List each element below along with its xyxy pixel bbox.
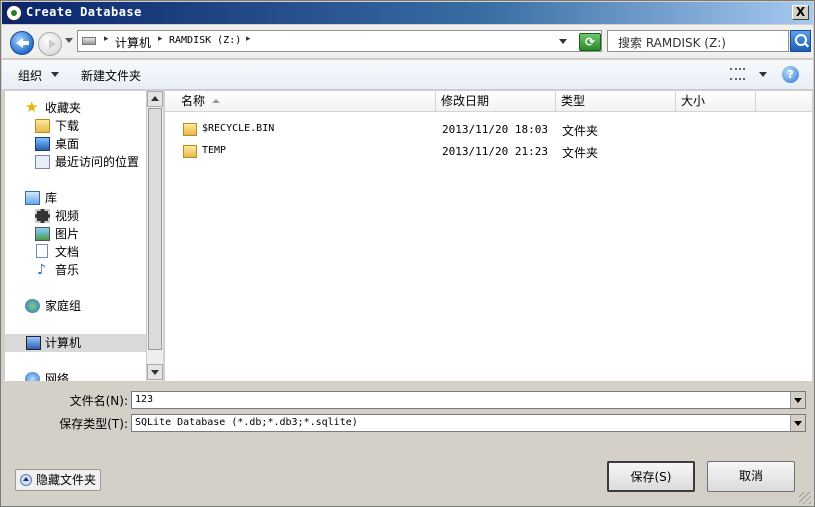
resize-grip[interactable]	[799, 492, 811, 504]
nav-label: 图片	[55, 227, 80, 241]
navigation-pane: ★ 收藏夹 下载 桌面 最近访问的位置 库 视频 图片 文档 ♪ 音乐 家庭组 …	[5, 91, 146, 381]
filename-field[interactable]: 123	[131, 391, 806, 409]
forward-button[interactable]	[38, 32, 62, 56]
column-name[interactable]: 名称	[165, 91, 436, 112]
column-modified[interactable]: 修改日期	[436, 91, 556, 112]
nav-computer[interactable]: 计算机	[5, 334, 146, 352]
folder-icon	[183, 145, 197, 158]
nav-label: 桌面	[55, 137, 80, 151]
navigation-bar: ▸ 计算机 ▸ RAMDISK (Z:) ▸ ⟳ 搜索 RAMDISK (Z:)	[2, 25, 813, 59]
network-icon	[25, 372, 40, 381]
column-label: 名称	[181, 94, 206, 108]
nav-label: 计算机	[45, 336, 82, 350]
hide-folders-label: 隐藏文件夹	[36, 473, 97, 487]
search-input[interactable]: 搜索 RAMDISK (Z:)	[607, 30, 789, 52]
computer-icon	[26, 336, 41, 350]
filetype-dropdown-button[interactable]	[790, 415, 805, 431]
close-button[interactable]: X	[792, 5, 809, 20]
collapse-icon	[20, 474, 32, 486]
file-row[interactable]: $RECYCLE.BIN 2013/11/20 18:03 文件夹	[165, 119, 812, 141]
back-button[interactable]	[10, 31, 34, 55]
sort-ascending-icon	[212, 99, 220, 103]
filetype-value: SQLite Database (*.db;*.db3;*.sqlite)	[135, 417, 358, 428]
documents-icon	[36, 244, 48, 258]
nav-label: 库	[45, 191, 58, 205]
folder-icon	[183, 123, 197, 136]
hide-folders-button[interactable]: 隐藏文件夹	[15, 469, 101, 491]
breadcrumb-computer[interactable]: 计算机	[115, 34, 151, 51]
breadcrumb-separator[interactable]: ▸	[246, 34, 251, 44]
nav-label: 音乐	[55, 263, 80, 277]
recent-locations-dropdown[interactable]	[65, 38, 73, 43]
file-date: 2013/11/20 21:23	[442, 145, 548, 158]
recent-places-icon	[35, 155, 50, 169]
libraries-icon	[25, 191, 40, 205]
navigation-scrollbar[interactable]	[146, 91, 163, 381]
cancel-button[interactable]: 取消	[707, 461, 795, 492]
filename-dropdown-button[interactable]	[790, 392, 805, 408]
column-type[interactable]: 类型	[556, 91, 676, 112]
save-button[interactable]: 保存(S)	[607, 461, 695, 492]
nav-label: 网络	[45, 372, 70, 381]
desktop-icon	[35, 137, 50, 151]
address-bar[interactable]: ▸ 计算机 ▸ RAMDISK (Z:) ▸	[77, 30, 602, 52]
app-icon	[6, 5, 22, 21]
pictures-icon	[35, 227, 50, 241]
dialog-footer: 文件名(N): 123 保存类型(T): SQLite Database (*.…	[2, 382, 813, 506]
nav-label: 文档	[55, 245, 80, 259]
title-bar: Create Database X	[2, 2, 813, 24]
breadcrumb-ramdisk[interactable]: RAMDISK (Z:)	[169, 35, 241, 46]
file-name: $RECYCLE.BIN	[202, 123, 275, 134]
file-row[interactable]: TEMP 2013/11/20 21:23 文件夹	[165, 141, 812, 163]
file-name: TEMP	[202, 145, 227, 156]
nav-label: 视频	[55, 209, 80, 223]
nav-label: 下载	[55, 119, 80, 133]
column-filler	[756, 91, 812, 112]
file-type: 文件夹	[562, 146, 599, 160]
new-folder-button[interactable]: 新建文件夹	[81, 67, 141, 84]
refresh-button[interactable]: ⟳	[579, 33, 601, 51]
nav-label: 收藏夹	[45, 101, 82, 115]
filetype-label: 保存类型(T):	[59, 417, 128, 431]
save-dialog: Create Database X ▸ 计算机 ▸ RAMDISK (Z:) ▸…	[0, 0, 815, 507]
homegroup-icon	[25, 299, 40, 313]
column-size[interactable]: 大小	[676, 91, 756, 112]
views-dropdown-icon[interactable]	[759, 72, 767, 77]
window-title: Create Database	[26, 5, 142, 19]
breadcrumb-separator[interactable]: ▸	[158, 34, 163, 44]
views-icon[interactable]	[730, 68, 745, 80]
breadcrumb-separator[interactable]: ▸	[104, 34, 109, 44]
file-type: 文件夹	[562, 124, 599, 138]
scroll-up-button[interactable]	[147, 91, 163, 107]
scroll-thumb[interactable]	[148, 108, 162, 350]
search-placeholder: 搜索 RAMDISK (Z:)	[618, 36, 726, 50]
organize-dropdown-icon[interactable]	[51, 72, 59, 77]
filetype-select[interactable]: SQLite Database (*.db;*.db3;*.sqlite)	[131, 414, 806, 432]
nav-label: 最近访问的位置	[55, 155, 140, 169]
search-icon[interactable]	[790, 30, 811, 52]
file-list: 名称 修改日期 类型 大小 $RECYCLE.BIN 2013/11/20 18…	[165, 91, 812, 381]
drive-icon	[82, 37, 96, 45]
nav-label: 家庭组	[45, 299, 82, 313]
scroll-down-button[interactable]	[147, 364, 163, 380]
help-icon[interactable]: ?	[782, 66, 799, 83]
filename-label: 文件名(N):	[69, 394, 128, 408]
music-icon: ♪	[37, 262, 46, 278]
filename-value: 123	[135, 394, 154, 405]
star-icon: ★	[25, 98, 39, 116]
address-dropdown[interactable]	[559, 39, 567, 44]
video-icon	[35, 209, 50, 223]
downloads-icon	[35, 119, 50, 133]
organize-button[interactable]: 组织	[18, 67, 42, 84]
command-bar: 组织 新建文件夹 ?	[2, 60, 813, 90]
file-date: 2013/11/20 18:03	[442, 123, 548, 136]
